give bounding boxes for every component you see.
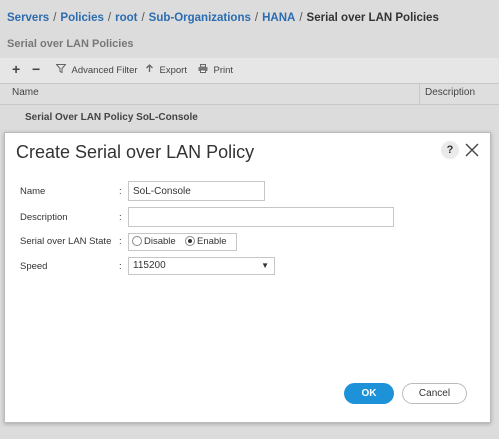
export-icon (145, 64, 157, 75)
sol-state-label: Serial over LAN State (20, 236, 112, 247)
print-label: Print (213, 65, 234, 76)
breadcrumb-current: Serial over LAN Policies (306, 12, 439, 24)
help-icon: ? (446, 144, 454, 156)
filter-icon (55, 64, 69, 75)
description-colon: : (119, 212, 122, 223)
speed-label: Speed (20, 261, 48, 272)
speed-colon: : (119, 261, 122, 272)
advanced-filter-button[interactable]: Advanced Filter (55, 64, 138, 76)
sol-state-radio-group: Disable Enable (128, 233, 237, 251)
description-label: Description (20, 212, 68, 223)
chevron-down-icon: ▼ (261, 261, 269, 270)
print-button[interactable]: Print (198, 64, 233, 76)
breadcrumb-separator: / (107, 12, 112, 24)
breadcrumb-separator: / (254, 12, 259, 24)
breadcrumb-root[interactable]: root (115, 12, 137, 24)
radio-selected-icon (185, 236, 195, 246)
name-label: Name (20, 186, 46, 197)
breadcrumb-separator: / (299, 12, 303, 24)
breadcrumb-separator: / (53, 12, 57, 24)
ok-button[interactable]: OK (344, 383, 394, 404)
column-divider (419, 84, 420, 104)
breadcrumb-servers[interactable]: Servers (7, 12, 49, 24)
panel-title: Serial over LAN Policies (7, 38, 134, 50)
breadcrumb-sub-organizations[interactable]: Sub-Organizations (149, 12, 251, 24)
remove-button[interactable]: − (32, 61, 40, 77)
speed-select[interactable]: 115200 ▼ (128, 257, 275, 275)
export-button[interactable]: Export (145, 64, 187, 76)
breadcrumb-hana[interactable]: HANA (262, 12, 295, 24)
radio-enable-label: Enable (197, 236, 227, 247)
table-header: Name Description (0, 84, 499, 105)
print-icon (198, 64, 211, 75)
sol-state-colon: : (119, 236, 122, 247)
table-row[interactable]: Serial Over LAN Policy SoL-Console (25, 112, 198, 123)
add-button[interactable]: + (12, 61, 20, 77)
breadcrumb: Servers / Policies / root / Sub-Organizations /… (7, 12, 439, 24)
name-input[interactable] (128, 181, 265, 201)
create-sol-policy-dialog: Create Serial over LAN Policy ? Name : D… (4, 132, 491, 423)
speed-value: 115200 (133, 260, 166, 271)
radio-circle-icon (132, 236, 142, 246)
cancel-button[interactable]: Cancel (402, 383, 467, 404)
dialog-title: Create Serial over LAN Policy (16, 142, 255, 162)
advanced-filter-label: Advanced Filter (71, 65, 138, 76)
radio-disable[interactable]: Disable (132, 236, 176, 247)
breadcrumb-policies[interactable]: Policies (60, 12, 103, 24)
name-colon: : (119, 186, 122, 197)
close-button[interactable] (464, 141, 480, 159)
export-label: Export (159, 65, 187, 76)
radio-disable-label: Disable (144, 236, 176, 247)
radio-enable[interactable]: Enable (185, 236, 227, 247)
help-button[interactable]: ? (441, 141, 459, 159)
breadcrumb-separator: / (141, 12, 145, 24)
column-header-description[interactable]: Description (425, 87, 475, 98)
description-input[interactable] (128, 207, 394, 227)
toolbar: + − Advanced Filter Export Print (0, 58, 499, 84)
close-icon (465, 143, 479, 157)
column-header-name[interactable]: Name (12, 87, 39, 98)
